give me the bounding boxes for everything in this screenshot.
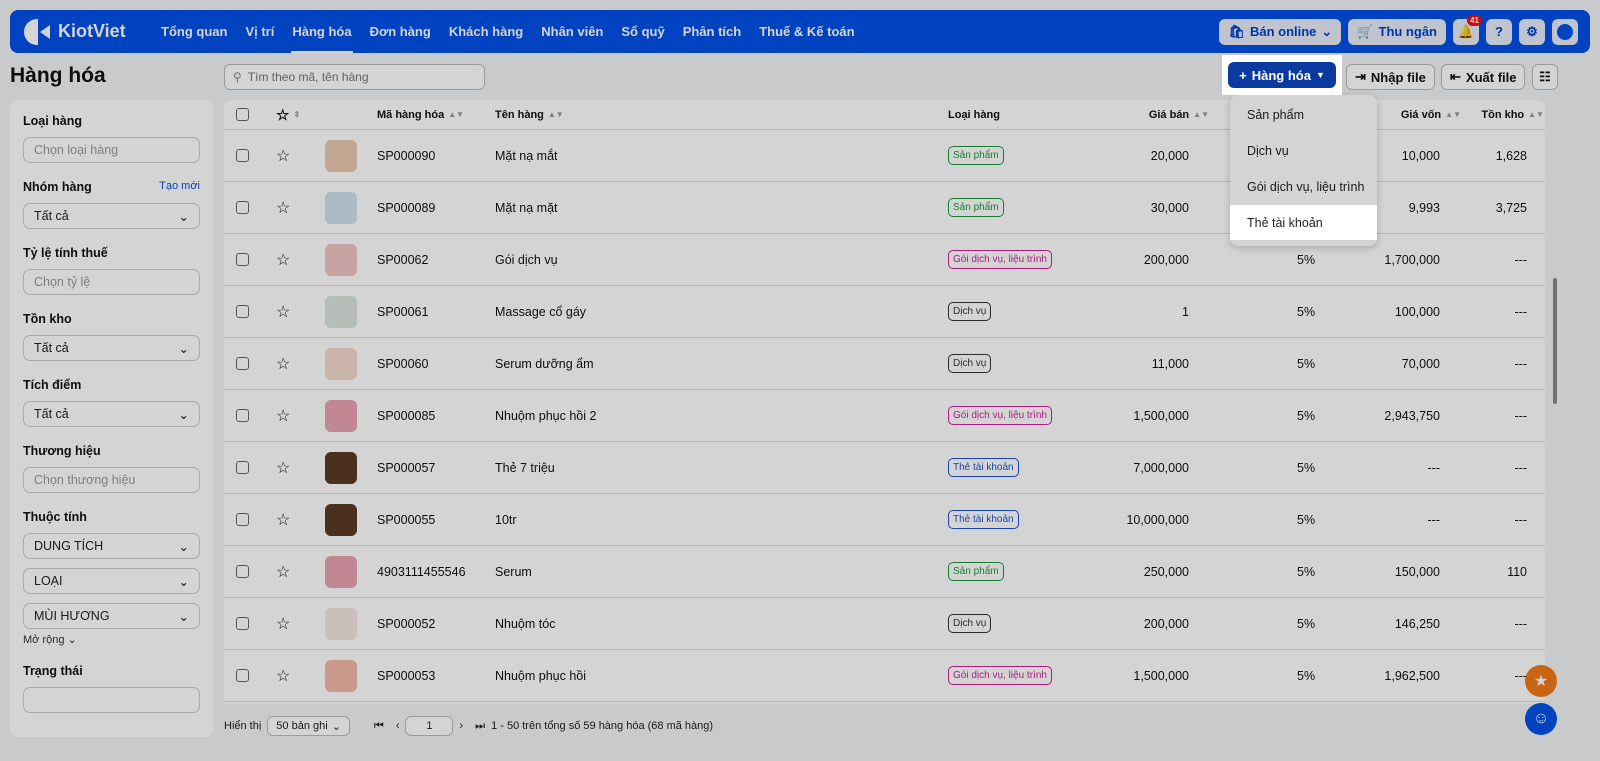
add-product-button[interactable]: + Hàng hóa ▼: [1228, 62, 1336, 88]
plus-icon: +: [1239, 67, 1247, 83]
caret-down-icon: ▼: [1315, 70, 1325, 80]
dim-overlay: [0, 0, 1600, 761]
add-product-highlight: + Hàng hóa ▼: [1222, 55, 1342, 95]
menu-item-account-card[interactable]: Thẻ tài khoản: [1230, 205, 1377, 240]
